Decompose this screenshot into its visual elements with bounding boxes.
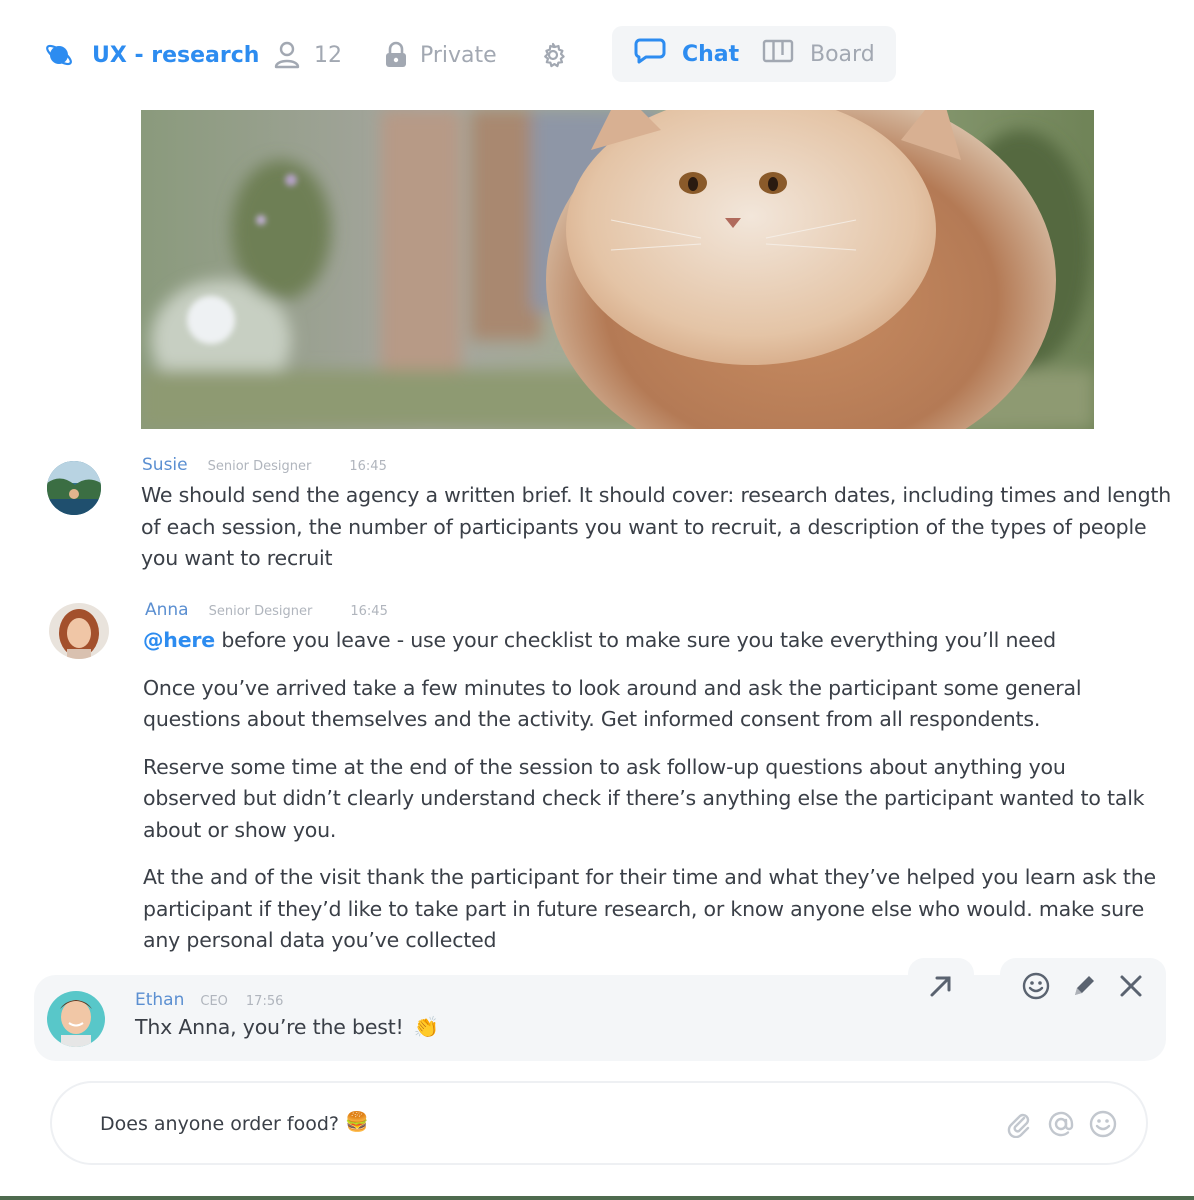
planet-icon — [44, 40, 74, 70]
gear-icon — [540, 42, 566, 68]
share-arrow-icon[interactable] — [925, 970, 957, 1002]
tab-chat-label: Chat — [682, 41, 740, 67]
avatar[interactable] — [49, 603, 109, 659]
channel-name[interactable]: UX - research — [44, 24, 259, 86]
smiley-icon[interactable] — [1020, 970, 1052, 1002]
author-name[interactable]: Ethan — [135, 990, 184, 1010]
paperclip-icon[interactable] — [1004, 1109, 1034, 1139]
message-time: 16:45 — [349, 459, 387, 474]
message-text: We should send the agency a written brie… — [141, 483, 1172, 570]
message-paragraph: At the and of the visit thank the partic… — [143, 865, 1156, 952]
tab-board[interactable]: Board — [762, 26, 875, 82]
message-paragraph: @here before you leave - use your checkl… — [143, 625, 1163, 657]
at-sign-icon[interactable] — [1046, 1109, 1076, 1139]
window-bottom-edge — [0, 1196, 1194, 1200]
privacy-label: Private — [420, 42, 497, 68]
message-paragraph: Once you’ve arrived take a few minutes t… — [143, 675, 1082, 732]
message-text-row: Thx Anna, you’re the best! 👏 — [135, 1012, 835, 1044]
pencil-icon[interactable] — [1068, 970, 1100, 1002]
author-role: Senior Designer — [207, 459, 312, 474]
author-name[interactable]: Anna — [145, 600, 189, 620]
author-role: CEO — [200, 994, 228, 1009]
avatar[interactable] — [47, 461, 101, 515]
member-count-label: 12 — [314, 42, 342, 68]
members-count[interactable]: 12 — [274, 24, 342, 86]
smiley-icon[interactable] — [1088, 1109, 1118, 1139]
shared-image-cat[interactable] — [141, 110, 1094, 429]
message-meta: Ethan CEO 17:56 — [135, 990, 283, 1010]
author-role: Senior Designer — [208, 604, 313, 619]
author-name[interactable]: Susie — [142, 455, 188, 475]
message-paragraph: Reserve some time at the end of the sess… — [143, 754, 1145, 842]
message-time: 17:56 — [245, 994, 284, 1009]
avatar[interactable] — [47, 991, 105, 1047]
board-columns-icon — [762, 38, 794, 70]
message-meta: Susie Senior Designer 16:45 — [142, 455, 387, 475]
view-switcher: Chat Board — [612, 26, 896, 82]
close-icon[interactable] — [1115, 970, 1147, 1002]
channel-header: UX - research 12 Private Chat Board — [0, 24, 1194, 86]
message-time: 16:45 — [350, 604, 388, 619]
message-body: @here before you leave - use your checkl… — [143, 625, 1163, 973]
mention-link[interactable]: @here — [143, 628, 215, 652]
clapping-emoji: 👏 — [413, 1015, 440, 1039]
tab-board-label: Board — [810, 41, 875, 67]
user-icon — [274, 41, 300, 69]
privacy-status[interactable]: Private — [384, 24, 497, 86]
message-actions — [908, 958, 1166, 1014]
message-meta: Anna Senior Designer 16:45 — [145, 600, 388, 620]
chat-bubble-icon — [634, 37, 666, 71]
message-composer: 🍔 — [50, 1081, 1148, 1165]
message-text: Thx Anna, you’re the best! — [135, 1015, 404, 1039]
burger-emoji: 🍔 — [344, 1111, 369, 1133]
message-input[interactable] — [100, 1107, 980, 1141]
channel-name-label: UX - research — [92, 42, 260, 68]
lock-icon — [384, 41, 408, 69]
settings-button[interactable] — [540, 24, 566, 86]
tab-chat[interactable]: Chat — [634, 26, 739, 82]
message-text: before you leave - use your checklist to… — [215, 628, 1056, 652]
